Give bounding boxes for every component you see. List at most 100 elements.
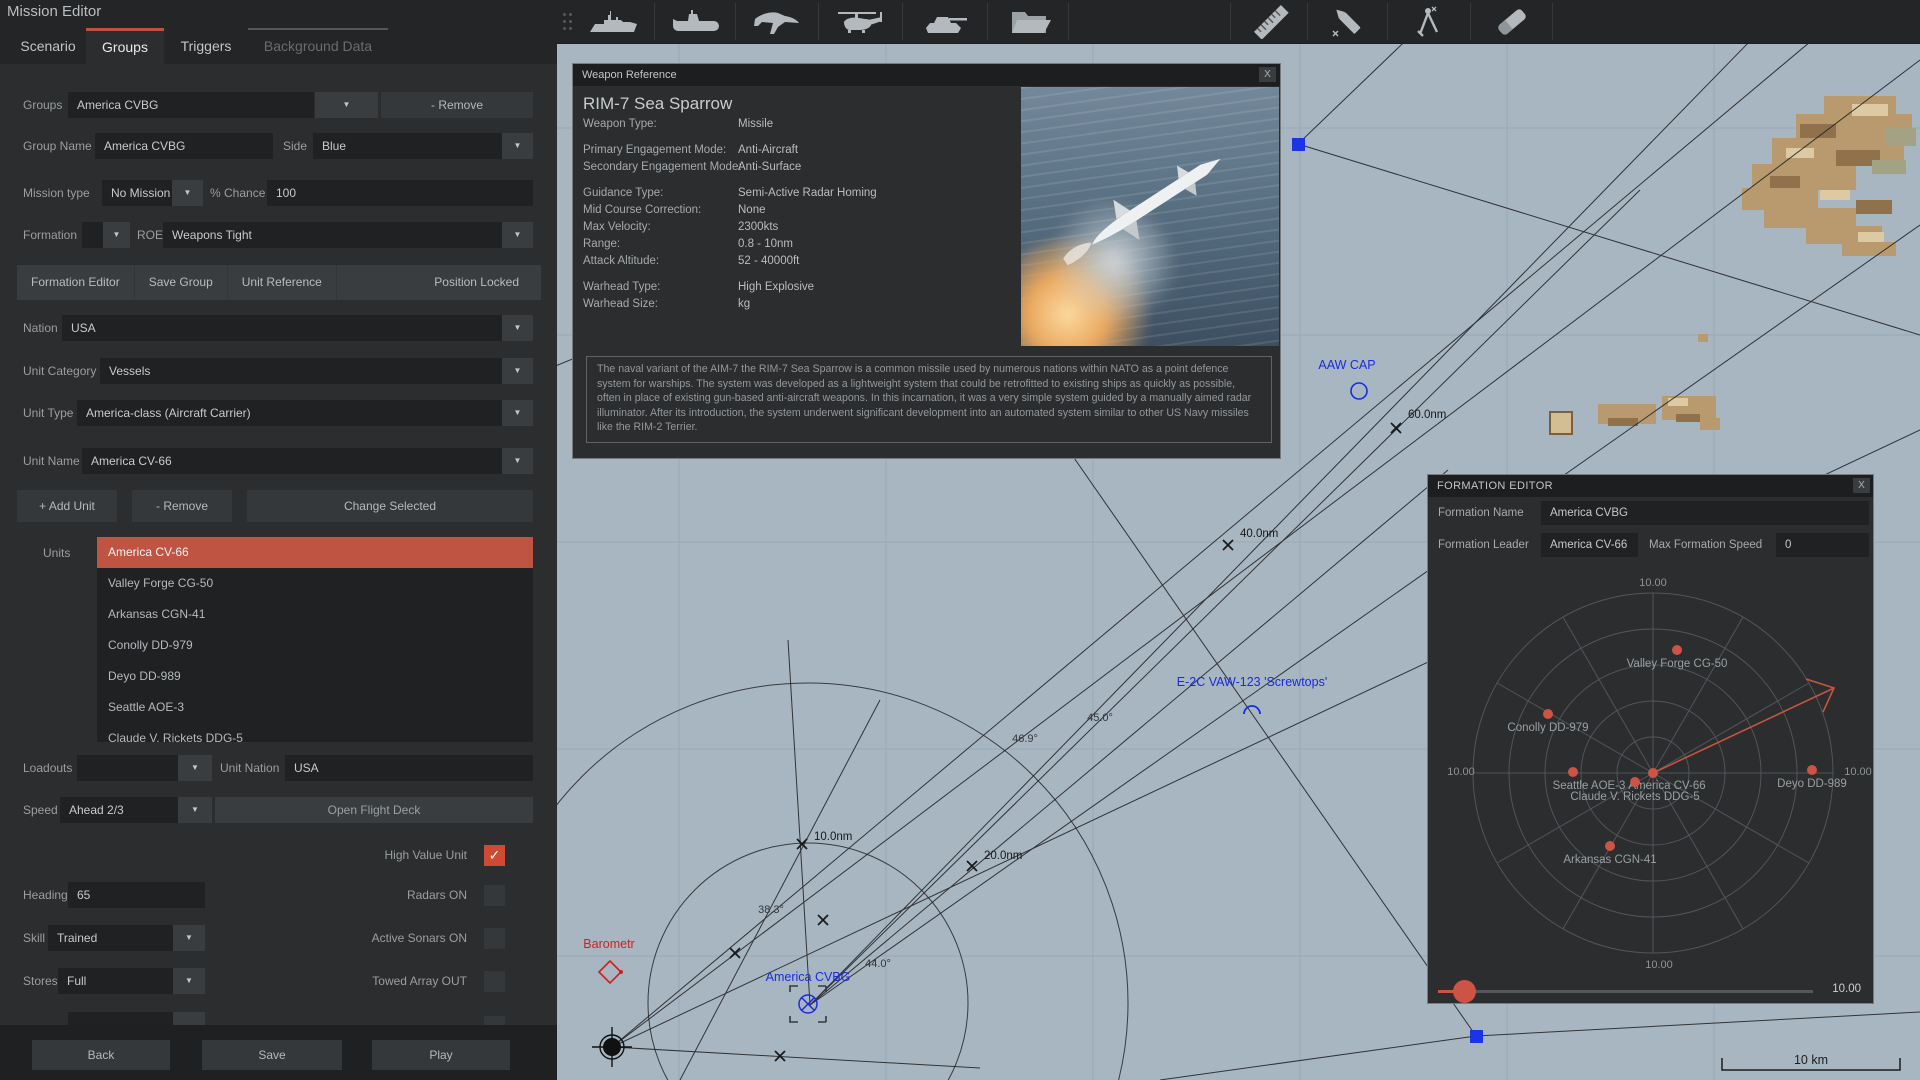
- weapon-window-titlebar[interactable]: Weapon Reference X: [573, 64, 1280, 86]
- units-label: Units: [43, 546, 71, 560]
- e2c-air-symbol[interactable]: [1243, 705, 1261, 715]
- group-name-input[interactable]: America CVBG: [95, 133, 273, 159]
- formation-leader-select[interactable]: America CV-66: [1541, 533, 1638, 557]
- chance-label: % Chance: [210, 186, 266, 200]
- play-button[interactable]: Play: [372, 1040, 510, 1070]
- formation-editor-button[interactable]: Formation Editor: [17, 265, 135, 300]
- compass-icon[interactable]: [1388, 0, 1469, 43]
- aircraft-icon[interactable]: [736, 0, 817, 43]
- back-button[interactable]: Back: [32, 1040, 170, 1070]
- map-unit-label[interactable]: E-2C VAW-123 'Screwtops': [1177, 675, 1327, 689]
- map-unit-label[interactable]: Barometr: [583, 937, 634, 951]
- mission-type-select[interactable]: No Mission: [102, 180, 172, 206]
- roe-dropdown-arrow[interactable]: [502, 222, 533, 248]
- unit-type-dropdown-arrow[interactable]: [502, 400, 533, 426]
- unit-name-dropdown-arrow[interactable]: [502, 448, 533, 474]
- formation-spacing-slider[interactable]: [1438, 990, 1813, 993]
- formation-unit-dot[interactable]: [1543, 709, 1553, 719]
- loadouts-select[interactable]: [77, 755, 178, 781]
- change-selected-button[interactable]: Change Selected: [247, 490, 533, 522]
- position-locked-toggle[interactable]: Position Locked: [420, 265, 541, 300]
- formation-unit-dot[interactable]: [1568, 767, 1578, 777]
- formation-unit-dot[interactable]: [1605, 841, 1615, 851]
- aaw-cap-symbol[interactable]: [1350, 382, 1368, 400]
- save-group-button[interactable]: Save Group: [135, 265, 228, 300]
- tab-scenario[interactable]: Scenario: [10, 28, 86, 64]
- tab-background-data[interactable]: Background Data: [248, 28, 388, 64]
- formation-unit-dot[interactable]: [1648, 768, 1658, 778]
- formation-unit-dot[interactable]: [1630, 777, 1640, 787]
- open-flight-deck-button[interactable]: Open Flight Deck: [215, 797, 533, 823]
- reticle-symbol[interactable]: [592, 1027, 632, 1067]
- formation-select[interactable]: [82, 222, 103, 248]
- active-sonars-on-checkbox[interactable]: [484, 928, 505, 949]
- unit-nation-select[interactable]: USA: [285, 755, 533, 781]
- helicopter-icon[interactable]: [819, 0, 900, 43]
- speed-select[interactable]: Ahead 2/3: [60, 797, 178, 823]
- barometr-symbol[interactable]: [597, 959, 623, 985]
- formation-name-input[interactable]: America CVBG: [1541, 501, 1869, 525]
- unit-reference-button[interactable]: Unit Reference: [228, 265, 337, 300]
- high-value-unit-checkbox[interactable]: [484, 845, 505, 866]
- eraser-icon[interactable]: [1471, 0, 1552, 43]
- weapon-window-close-button[interactable]: X: [1259, 67, 1276, 82]
- heading-label: Heading: [23, 888, 68, 902]
- tab-triggers[interactable]: Triggers: [172, 28, 240, 64]
- formation-window-close-button[interactable]: X: [1853, 478, 1870, 493]
- radars-on-checkbox[interactable]: [484, 885, 505, 906]
- unit-name-select[interactable]: America CV-66: [82, 448, 502, 474]
- remove-unit-button[interactable]: - Remove: [132, 490, 232, 522]
- unit-category-select[interactable]: Vessels: [100, 358, 502, 384]
- pencil-icon[interactable]: [1307, 0, 1388, 43]
- unit-list-item[interactable]: Deyo DD-989: [97, 661, 533, 692]
- speed-dropdown-arrow[interactable]: [178, 797, 212, 823]
- unit-list-item[interactable]: Conolly DD-979: [97, 630, 533, 661]
- remove-group-button[interactable]: - Remove: [381, 92, 533, 118]
- map-unit-label[interactable]: America CVBG: [766, 970, 851, 984]
- warship-icon[interactable]: [573, 0, 654, 43]
- units-list[interactable]: America CV-66 Valley Forge CG-50 Arkansas …: [97, 537, 533, 742]
- formation-polar-plot[interactable]: America CV-66 Valley Forge CG-50 Conolly D…: [1428, 571, 1875, 971]
- blue-unit-square-north[interactable]: [1292, 138, 1305, 151]
- formation-dropdown-arrow[interactable]: [103, 222, 130, 248]
- unit-category-dropdown-arrow[interactable]: [502, 358, 533, 384]
- toolbar-drag-handle[interactable]: [563, 13, 573, 31]
- stores-select[interactable]: Full: [58, 968, 173, 994]
- submarine-icon[interactable]: [655, 0, 736, 43]
- skill-dropdown-arrow[interactable]: [173, 925, 205, 951]
- nation-select[interactable]: USA: [62, 315, 502, 341]
- formation-unit-dot[interactable]: [1672, 645, 1682, 655]
- unit-list-item[interactable]: Seattle AOE-3: [97, 692, 533, 723]
- ruler-icon[interactable]: [1230, 0, 1311, 43]
- map-unit-label[interactable]: AAW CAP: [1318, 358, 1375, 372]
- side-dropdown-arrow[interactable]: [502, 133, 533, 159]
- groups-dropdown-arrow[interactable]: [315, 92, 378, 118]
- chance-input[interactable]: 100: [267, 180, 533, 206]
- formation-window-titlebar[interactable]: FORMATION EDITOR X: [1428, 475, 1873, 497]
- roe-select[interactable]: Weapons Tight: [163, 222, 502, 248]
- folder-icon[interactable]: [988, 0, 1069, 43]
- blue-unit-square-south[interactable]: [1470, 1030, 1483, 1043]
- mission-type-dropdown-arrow[interactable]: [172, 180, 203, 206]
- stores-dropdown-arrow[interactable]: [173, 968, 205, 994]
- tab-groups[interactable]: Groups: [86, 28, 164, 64]
- max-formation-speed-input[interactable]: 0: [1776, 533, 1869, 557]
- unit-type-select[interactable]: America-class (Aircraft Carrier): [77, 400, 502, 426]
- groups-select[interactable]: America CVBG: [68, 92, 314, 118]
- loadouts-dropdown-arrow[interactable]: [178, 755, 212, 781]
- formation-unit-dot[interactable]: [1807, 765, 1817, 775]
- towed-array-out-checkbox[interactable]: [484, 971, 505, 992]
- save-button[interactable]: Save: [202, 1040, 342, 1070]
- unit-list-item[interactable]: America CV-66: [97, 537, 533, 568]
- unit-list-item[interactable]: Claude V. Rickets DDG-5: [97, 723, 533, 742]
- unit-list-item[interactable]: Valley Forge CG-50: [97, 568, 533, 599]
- slider-knob[interactable]: [1453, 980, 1476, 1003]
- skill-select[interactable]: Trained: [48, 925, 173, 951]
- side-select[interactable]: Blue: [313, 133, 502, 159]
- heading-input[interactable]: 65: [68, 882, 205, 908]
- tank-icon[interactable]: [903, 0, 984, 43]
- america-cvbg-symbol[interactable]: [798, 994, 818, 1014]
- add-unit-button[interactable]: + Add Unit: [17, 490, 117, 522]
- nation-dropdown-arrow[interactable]: [502, 315, 533, 341]
- unit-list-item[interactable]: Arkansas CGN-41: [97, 599, 533, 630]
